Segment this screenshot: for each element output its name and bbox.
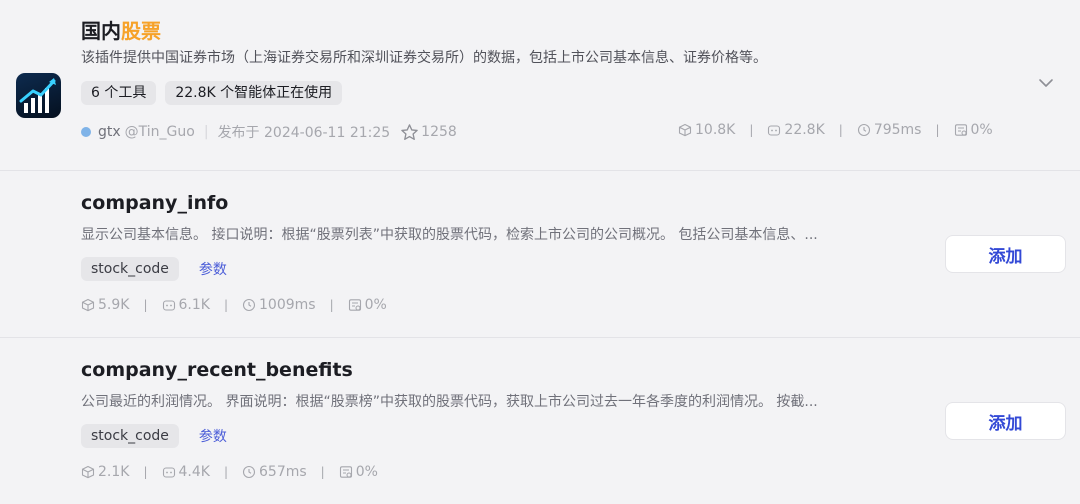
stat-divider: |	[320, 465, 325, 479]
stat-divider: |	[749, 123, 754, 137]
stat-divider: |	[223, 465, 228, 479]
stat-divider: |	[143, 465, 148, 479]
cube-icon	[678, 123, 692, 137]
error-doc-icon	[348, 299, 361, 311]
author-name[interactable]: gtx	[98, 124, 121, 140]
error-doc-icon	[339, 466, 352, 478]
author-avatar	[81, 127, 91, 137]
stat-divider: |	[329, 298, 334, 312]
add-button[interactable]: 添加	[945, 402, 1066, 440]
plugin-tags: 6 个工具 22.8K 个智能体正在使用	[81, 81, 343, 105]
clock-icon	[242, 298, 256, 312]
tool-row: company_recent_benefits 公司最近的利润情况。 界面说明：…	[0, 338, 1080, 504]
tool-row: company_info 显示公司基本信息。 接口说明：根据“股票列表”中获取的…	[0, 171, 1080, 338]
latency-stat: 795ms	[857, 122, 922, 138]
param-tag: stock_code	[81, 257, 179, 281]
bot-icon	[768, 125, 781, 136]
star-icon[interactable]	[400, 123, 419, 142]
error-rate-value: 0%	[970, 122, 993, 138]
cube-icon	[81, 298, 95, 312]
stock-chart-logo-icon	[16, 73, 61, 118]
plugin-description: 该插件提供中国证券市场（上海证券交易所和深圳证券交易所）的数据，包括上市公司基本…	[81, 50, 767, 66]
latency-value: 657ms	[259, 464, 307, 480]
clock-icon	[857, 123, 870, 137]
latency-value: 1009ms	[259, 297, 316, 313]
calls-count: 2.1K	[98, 464, 130, 480]
author-handle: @Tin_Guo	[124, 124, 195, 140]
calls-stat: 2.1K	[81, 464, 129, 480]
bots-stat: 4.4K	[162, 464, 210, 480]
tool-description: 显示公司基本信息。 接口说明：根据“股票列表”中获取的股票代码，检索上市公司的公…	[81, 227, 818, 243]
plugin-meta: gtx @Tin_Guo | 发布于 2024-06-11 21:25 1258	[81, 122, 457, 142]
stat-divider: |	[838, 123, 843, 137]
tool-params: stock_code 参数	[81, 424, 227, 448]
error-rate-value: 0%	[355, 464, 378, 480]
meta-divider: |	[203, 124, 209, 140]
bots-count: 6.1K	[178, 297, 210, 313]
plugin-title-highlight: 股票	[121, 19, 161, 43]
bots-stat: 22.8K	[767, 122, 825, 138]
error-doc-icon	[954, 124, 967, 136]
calls-stat: 10.8K	[678, 122, 735, 138]
chevron-down-icon[interactable]	[1038, 75, 1054, 91]
bot-icon	[162, 467, 175, 478]
plugin-title-main: 国内	[81, 19, 121, 43]
cube-icon	[81, 465, 95, 479]
stat-divider: |	[143, 298, 148, 312]
tool-description: 公司最近的利润情况。 界面说明：根据“股票榜”中获取的股票代码，获取上市公司过去…	[81, 394, 818, 410]
params-link[interactable]: 参数	[199, 426, 227, 446]
add-button[interactable]: 添加	[945, 235, 1066, 273]
tool-stats: 5.9K | 6.1K | 1009ms | 0%	[81, 297, 387, 313]
publish-date: 发布于 2024-06-11 21:25	[217, 125, 391, 141]
params-link[interactable]: 参数	[199, 259, 227, 279]
tool-name: company_info	[81, 192, 229, 214]
param-tag: stock_code	[81, 424, 179, 448]
tools-count-tag: 6 个工具	[81, 81, 157, 105]
stat-divider: |	[223, 298, 228, 312]
tool-stats: 2.1K | 4.4K | 657ms | 0%	[81, 464, 378, 480]
favorites-count: 1258	[421, 124, 457, 140]
calls-count: 5.9K	[98, 297, 130, 313]
plugin-stats: 10.8K | 22.8K | 795ms | 0%	[678, 122, 993, 138]
error-rate-stat: 0%	[954, 122, 993, 138]
tool-params: stock_code 参数	[81, 257, 227, 281]
error-rate-stat: 0%	[348, 297, 387, 313]
bots-count: 4.4K	[178, 464, 210, 480]
error-rate-value: 0%	[364, 297, 387, 313]
bots-count: 22.8K	[784, 122, 825, 138]
calls-count: 10.8K	[695, 122, 736, 138]
bots-using-tag: 22.8K 个智能体正在使用	[165, 81, 343, 105]
bots-stat: 6.1K	[162, 297, 210, 313]
tool-name: company_recent_benefits	[81, 359, 353, 381]
stat-divider: |	[935, 123, 940, 137]
latency-stat: 1009ms	[242, 297, 316, 313]
latency-value: 795ms	[873, 122, 922, 138]
bot-icon	[162, 300, 175, 311]
latency-stat: 657ms	[242, 464, 307, 480]
calls-stat: 5.9K	[81, 297, 129, 313]
plugin-header: 国内股票 该插件提供中国证券市场（上海证券交易所和深圳证券交易所）的数据，包括上…	[0, 0, 1080, 171]
error-rate-stat: 0%	[339, 464, 378, 480]
clock-icon	[242, 465, 256, 479]
plugin-title: 国内股票	[81, 15, 161, 44]
